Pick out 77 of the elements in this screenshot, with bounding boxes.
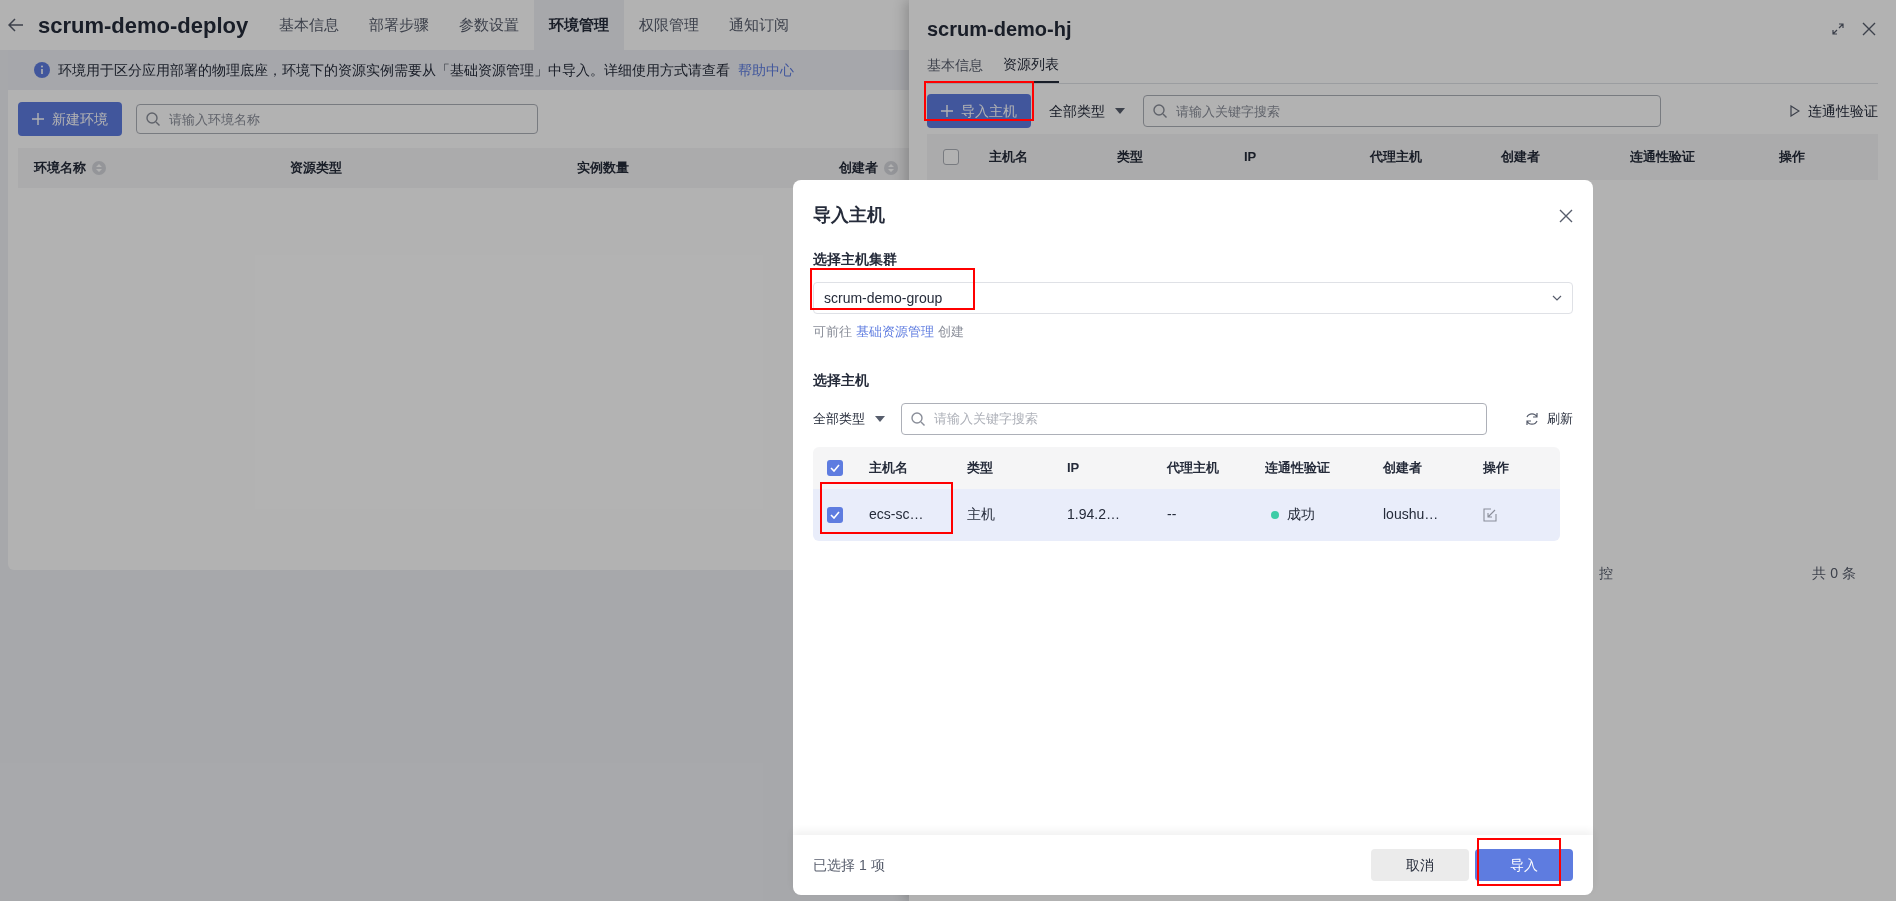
column-header: IP bbox=[1244, 149, 1257, 165]
table-cell-text: 成功 bbox=[1287, 505, 1315, 524]
column-header: 连通性验证 bbox=[1265, 459, 1330, 475]
tab[interactable]: 基本信息 bbox=[927, 54, 983, 83]
column-header: 操作 bbox=[1483, 459, 1509, 475]
tab[interactable]: 环境管理 bbox=[534, 0, 625, 50]
table-cell: 主机 bbox=[967, 506, 995, 522]
row-checkbox[interactable] bbox=[827, 506, 843, 523]
table-row[interactable]: ecs-sc… 主机 1.94.2… -- 成功 loushu… bbox=[813, 488, 1560, 541]
plus-icon bbox=[941, 105, 953, 117]
sort-icon bbox=[884, 161, 898, 175]
info-text: 环境用于区分应用部署的物理底座，环境下的资源实例需要从「基础资源管理」中导入。详细使用方式请查看 bbox=[58, 60, 730, 80]
table-cell: loushu… bbox=[1383, 506, 1439, 522]
close-button[interactable] bbox=[1559, 208, 1573, 223]
column-header: 创建者 bbox=[1383, 459, 1422, 475]
tab[interactable]: 基本信息 bbox=[264, 0, 355, 50]
column-header: 创建者 bbox=[1501, 149, 1540, 165]
expand-button[interactable] bbox=[1832, 23, 1844, 35]
refresh-icon bbox=[1525, 411, 1539, 426]
table-cell: 1.94.2… bbox=[1067, 506, 1120, 522]
drawer-title: scrum-demo-hj bbox=[927, 17, 1072, 42]
column-header[interactable]: 资源类型 bbox=[290, 158, 342, 178]
search-icon bbox=[910, 410, 926, 427]
search-icon bbox=[145, 111, 161, 127]
tab[interactable]: 资源列表 bbox=[1003, 54, 1059, 83]
tab[interactable]: 参数设置 bbox=[444, 0, 535, 50]
select-all-checkbox[interactable] bbox=[943, 149, 959, 165]
column-header[interactable]: 创建者 bbox=[839, 158, 898, 178]
search-icon bbox=[1152, 103, 1168, 119]
partial-text: 控 bbox=[1599, 564, 1613, 583]
search-field[interactable]: 请输入关键字搜索 bbox=[901, 402, 1487, 435]
caret-icon bbox=[1115, 108, 1125, 114]
caret-icon bbox=[875, 415, 885, 422]
column-header: IP bbox=[1067, 459, 1080, 475]
play-icon bbox=[1790, 105, 1800, 117]
chevron-down-icon bbox=[1552, 295, 1562, 301]
tab[interactable]: 通知订阅 bbox=[714, 0, 805, 50]
resource-management-link[interactable]: 基础资源管理 bbox=[856, 322, 934, 342]
plus-icon bbox=[32, 113, 44, 125]
hint-text: 可前往 bbox=[813, 323, 852, 341]
column-header: 类型 bbox=[1117, 149, 1143, 165]
field-label: 选择主机 bbox=[813, 370, 870, 390]
column-header: 代理主机 bbox=[1370, 149, 1422, 165]
field-label: 选择主机集群 bbox=[813, 250, 898, 269]
type-filter-dropdown[interactable]: 全部类型 bbox=[1045, 100, 1129, 122]
cancel-button[interactable]: 取消 bbox=[1371, 849, 1469, 881]
refresh-button[interactable]: 刷新 bbox=[1525, 408, 1573, 429]
table-cell: -- bbox=[1167, 506, 1177, 522]
column-header: 连通性验证 bbox=[1630, 149, 1695, 165]
column-header: 类型 bbox=[967, 459, 993, 475]
tab[interactable]: 权限管理 bbox=[624, 0, 715, 50]
connectivity-verify-button[interactable]: 连通性验证 bbox=[1790, 100, 1878, 122]
import-button[interactable]: 导入 bbox=[1475, 849, 1573, 881]
type-filter-dropdown[interactable]: 全部类型 bbox=[813, 408, 885, 429]
page-title: scrum-demo-deploy bbox=[38, 11, 249, 40]
import-action-button[interactable] bbox=[1483, 507, 1497, 522]
column-header: 操作 bbox=[1779, 149, 1805, 165]
search-field[interactable]: 请输入关键字搜索 bbox=[1143, 95, 1661, 127]
column-header: 主机名 bbox=[869, 459, 908, 475]
info-icon bbox=[34, 62, 50, 78]
select-all-checkbox[interactable] bbox=[827, 459, 843, 476]
column-header[interactable]: 环境名称 bbox=[34, 158, 106, 178]
dialog-title: 导入主机 bbox=[813, 204, 885, 227]
checkmark-icon bbox=[830, 510, 840, 519]
column-header: 代理主机 bbox=[1167, 459, 1219, 475]
sort-icon bbox=[92, 161, 106, 175]
back-arrow-icon bbox=[8, 18, 24, 32]
checkmark-icon bbox=[830, 463, 840, 472]
column-header: 主机名 bbox=[989, 149, 1028, 165]
total-count: 共 0 条 bbox=[1812, 564, 1856, 583]
selected-count: 已选择 1 项 bbox=[813, 855, 885, 875]
column-header[interactable]: 实例数量 bbox=[577, 158, 629, 178]
table-cell: ecs-sc… bbox=[869, 506, 924, 522]
close-button[interactable] bbox=[1862, 22, 1876, 36]
search-field[interactable]: 请输入环境名称 bbox=[136, 104, 538, 134]
tab[interactable]: 部署步骤 bbox=[354, 0, 445, 50]
hint-text: 创建 bbox=[938, 323, 964, 341]
